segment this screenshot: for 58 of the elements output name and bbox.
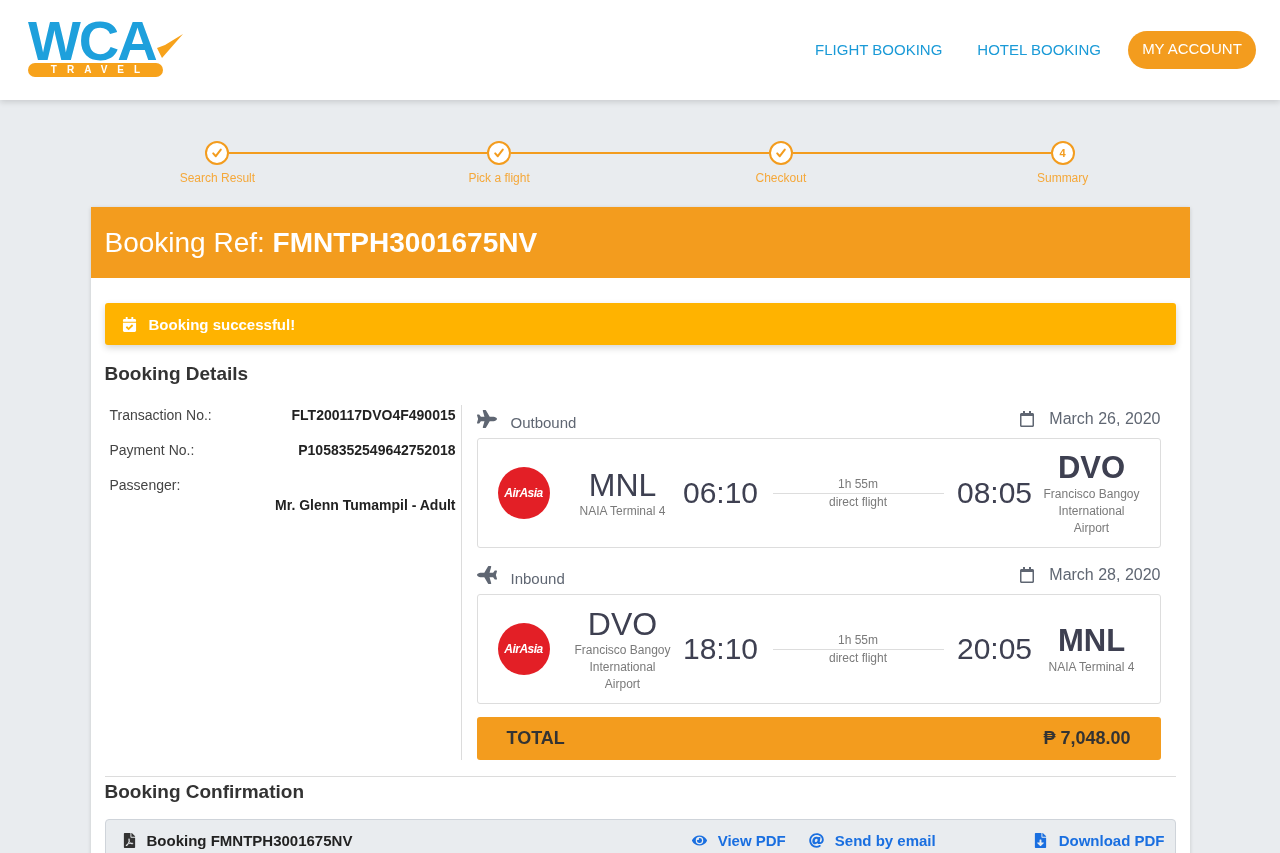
flight-date: March 28, 2020 xyxy=(1049,566,1161,584)
airport-code: MNL xyxy=(1057,622,1126,659)
action-link[interactable]: View PDF xyxy=(691,832,786,849)
logo-wordmark: WCA xyxy=(28,18,156,63)
departure-time: 06:10 xyxy=(681,476,760,510)
flight-direction: Inbound xyxy=(510,568,565,587)
airport-code: MNL xyxy=(588,466,657,503)
airport-code: DVO xyxy=(587,605,658,642)
flight-duration: 1h 55m xyxy=(838,631,878,649)
action-link[interactable]: Send by email xyxy=(808,832,936,849)
detail-label: Transaction No.: xyxy=(109,406,212,425)
total-amount: ₱ 7,048.00 xyxy=(1043,728,1131,749)
section-heading: Booking Details xyxy=(104,363,250,385)
plane-icon xyxy=(476,565,497,585)
total-label: TOTAL xyxy=(506,728,565,749)
section-heading: Booking Confirmation xyxy=(104,781,305,803)
step-label: Summary xyxy=(1036,171,1089,185)
flight-date: March 26, 2020 xyxy=(1049,410,1161,428)
plane-icon xyxy=(476,409,497,429)
step-label: Checkout xyxy=(755,171,807,185)
file-download-icon xyxy=(1032,833,1048,848)
logo-swoosh-icon xyxy=(156,34,183,58)
document-name: Booking FMNTPH3001675NV xyxy=(146,832,354,849)
flight-stops: direct flight xyxy=(829,649,887,667)
airport-name: NAIA Terminal 4 xyxy=(1048,658,1135,676)
airport-name: Francisco Bangoy International Airport xyxy=(573,641,672,693)
arrival-time: 08:05 xyxy=(955,476,1034,510)
airport-name: Francisco Bangoy International Airport xyxy=(1042,485,1141,537)
detail-label: Passenger: xyxy=(109,476,181,495)
nav-link[interactable]: HOTEL BOOKING xyxy=(977,41,1101,59)
step-label: Search Result xyxy=(179,171,256,185)
alert-message: Booking successful! xyxy=(148,315,296,333)
eye-icon xyxy=(691,833,707,848)
step-label: Pick a flight xyxy=(468,171,530,185)
airport-name: NAIA Terminal 4 xyxy=(579,502,666,520)
flight-stops: direct flight xyxy=(829,493,887,511)
action-link[interactable]: Download PDF xyxy=(1032,832,1165,849)
detail-value: Mr. Glenn Tumampil - Adult xyxy=(275,496,456,515)
detail-value: FLT200117DVO4F490015 xyxy=(291,406,456,425)
detail-label: Payment No.: xyxy=(109,441,195,460)
airline-logo: AirAsia xyxy=(497,467,550,519)
calendar-icon xyxy=(1019,411,1036,427)
flight-direction: Outbound xyxy=(510,412,577,431)
airline-logo: AirAsia xyxy=(497,623,550,675)
calendar-icon xyxy=(1019,567,1036,583)
calendar-check-icon xyxy=(121,316,137,332)
booking-ref-title: Booking Ref: FMNTPH3001675NV xyxy=(104,225,538,260)
at-sign-icon xyxy=(808,833,824,848)
departure-time: 18:10 xyxy=(681,632,760,666)
airport-code: DVO xyxy=(1057,449,1126,486)
flight-duration: 1h 55m xyxy=(838,475,878,493)
step-number: 4 xyxy=(1050,141,1075,165)
nav-link[interactable]: FLIGHT BOOKING xyxy=(815,41,943,59)
account-button[interactable]: MY ACCOUNT xyxy=(1128,31,1256,69)
detail-value: P1058352549642752018 xyxy=(298,441,456,460)
arrival-time: 20:05 xyxy=(955,632,1034,666)
pdf-file-icon xyxy=(121,833,137,848)
logo-tagline: TRAVEL xyxy=(28,63,163,77)
